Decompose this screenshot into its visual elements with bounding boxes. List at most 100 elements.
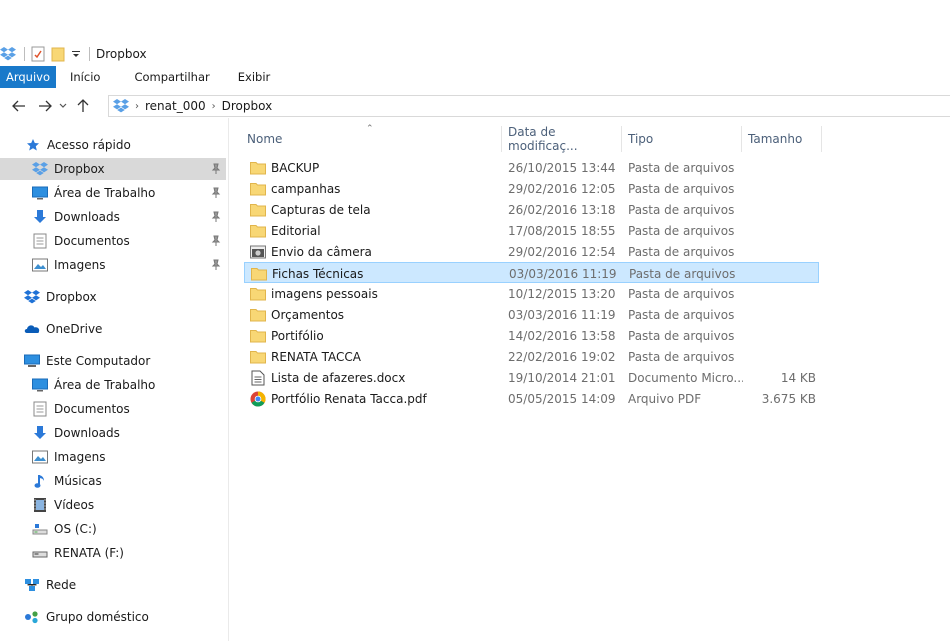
file-row[interactable]: imagens pessoais 10/12/2015 13:20 Pasta de… [244, 283, 819, 304]
file-date: 03/03/2016 11:19 [508, 307, 616, 322]
sidebar-item-pc-documents[interactable]: Documentos [0, 398, 226, 420]
file-name: Portifólio [271, 328, 324, 343]
file-row[interactable]: BACKUP 26/10/2015 13:44 Pasta de arquivos [244, 157, 819, 178]
file-size [749, 241, 816, 262]
sidebar-item-pictures-pinned[interactable]: Imagens [0, 254, 226, 276]
sidebar-item-dropbox[interactable]: Dropbox [0, 286, 226, 308]
file-row[interactable]: Orçamentos 03/03/2016 11:19 Pasta de arqui… [244, 304, 819, 325]
column-divider[interactable] [741, 126, 742, 152]
pane-divider[interactable] [228, 118, 229, 641]
sidebar-item-homegroup[interactable]: Grupo doméstico [0, 606, 226, 628]
music-icon [32, 473, 48, 489]
folder-icon [250, 223, 266, 239]
file-row[interactable]: RENATA TACCA 22/02/2016 19:02 Pasta de arq… [244, 346, 819, 367]
dropbox-icon [32, 161, 48, 177]
onedrive-cloud-icon [24, 321, 40, 337]
tab-view[interactable]: Exibir [224, 66, 285, 88]
sidebar-label: Área de Trabalho [54, 378, 156, 392]
sidebar-item-drive-c[interactable]: OS (C:) [0, 518, 226, 540]
file-type: Pasta de arquivos [628, 328, 735, 343]
recent-locations-button[interactable] [56, 95, 70, 117]
pin-icon[interactable] [210, 211, 222, 223]
sidebar-item-network[interactable]: Rede [0, 574, 226, 596]
file-row[interactable]: Lista de afazeres.docx 19/10/2014 21:01 Do… [244, 367, 819, 388]
file-type: Pasta de arquivos [628, 349, 735, 364]
sidebar-item-pc-pictures[interactable]: Imagens [0, 446, 226, 468]
file-size [749, 304, 816, 325]
sidebar-item-pc-videos[interactable]: Vídeos [0, 494, 226, 516]
file-name-cell: Fichas Técnicas [251, 263, 503, 284]
sidebar-label: Rede [46, 578, 77, 592]
forward-button[interactable] [34, 95, 56, 117]
column-divider[interactable] [821, 126, 822, 152]
file-type: Pasta de arquivos [628, 286, 735, 301]
column-type[interactable]: Tipo [623, 126, 741, 152]
breadcrumb-dropbox[interactable]: Dropbox [222, 99, 273, 113]
pin-icon[interactable] [210, 235, 222, 247]
chevron-right-icon[interactable]: › [212, 101, 216, 112]
back-button[interactable] [8, 95, 30, 117]
sidebar-item-onedrive[interactable]: OneDrive [0, 318, 226, 340]
file-row[interactable]: campanhas 29/02/2016 12:05 Pasta de arquiv… [244, 178, 819, 199]
address-bar[interactable]: › renat_000 › Dropbox [108, 95, 950, 117]
sidebar-item-desktop-pinned[interactable]: Área de Trabalho [0, 182, 226, 204]
properties-icon[interactable] [31, 46, 45, 62]
sidebar-label: Downloads [54, 426, 120, 440]
file-row[interactable]: Capturas de tela 26/02/2016 13:18 Pasta de… [244, 199, 819, 220]
downloads-icon [32, 209, 48, 225]
customize-toolbar-chevron-icon[interactable] [71, 49, 81, 59]
tab-home[interactable]: Início [56, 66, 114, 88]
column-size[interactable]: Tamanho [743, 126, 821, 152]
column-divider[interactable] [501, 126, 502, 152]
pin-icon[interactable] [210, 163, 222, 175]
file-size [749, 220, 816, 241]
file-row[interactable]: Envio da câmera 29/02/2016 12:54 Pasta de … [244, 241, 819, 262]
file-name-cell: RENATA TACCA [250, 346, 502, 367]
sidebar-label: OS (C:) [54, 522, 97, 536]
file-date: 14/02/2016 13:58 [508, 328, 616, 343]
sidebar-item-drive-f[interactable]: RENATA (F:) [0, 542, 226, 564]
tab-file[interactable]: Arquivo [0, 66, 56, 88]
sidebar-item-quick-access[interactable]: Acesso rápido [0, 134, 226, 156]
folder-icon [251, 266, 267, 282]
file-date: 22/02/2016 19:02 [508, 349, 616, 364]
dropbox-icon[interactable] [0, 47, 16, 61]
pin-icon[interactable] [210, 187, 222, 199]
chevron-right-icon[interactable]: › [135, 101, 139, 112]
file-row[interactable]: Fichas Técnicas 03/03/2016 11:19 Pasta de … [244, 262, 819, 283]
sidebar-item-pc-desktop[interactable]: Área de Trabalho [0, 374, 226, 396]
sidebar-label: Vídeos [54, 498, 95, 512]
file-name: Portfólio Renata Tacca.pdf [271, 391, 427, 406]
sidebar-item-this-pc[interactable]: Este Computador [0, 350, 226, 372]
title-divider [89, 47, 90, 61]
column-date[interactable]: Data de modificaç... [503, 125, 621, 153]
file-row[interactable]: Portifólio 14/02/2016 13:58 Pasta de arqui… [244, 325, 819, 346]
column-divider[interactable] [621, 126, 622, 152]
column-name[interactable]: Nome [242, 126, 501, 152]
breadcrumb-user[interactable]: renat_000 [145, 99, 206, 113]
desktop-icon [32, 377, 48, 393]
sidebar-item-pc-music[interactable]: Músicas [0, 470, 226, 492]
sidebar-item-pc-downloads[interactable]: Downloads [0, 422, 226, 444]
up-button[interactable] [72, 95, 94, 117]
sidebar-item-downloads-pinned[interactable]: Downloads [0, 206, 226, 228]
file-row[interactable]: Editorial 17/08/2015 18:55 Pasta de arquiv… [244, 220, 819, 241]
navigation-bar: › renat_000 › Dropbox [0, 94, 950, 118]
word-doc-icon [250, 370, 266, 386]
pin-icon[interactable] [210, 259, 222, 271]
tab-share[interactable]: Compartilhar [114, 66, 223, 88]
sidebar-item-dropbox-pinned[interactable]: Dropbox [0, 158, 226, 180]
file-date: 05/05/2015 14:09 [508, 391, 616, 406]
sidebar-label: OneDrive [46, 322, 103, 336]
file-name: campanhas [271, 181, 341, 196]
sidebar-label: Acesso rápido [47, 138, 131, 152]
sidebar-label: Área de Trabalho [54, 186, 156, 200]
file-type: Documento Micro... [628, 370, 743, 385]
file-name-cell: Editorial [250, 220, 502, 241]
new-folder-icon[interactable] [51, 46, 65, 62]
sidebar-item-documents-pinned[interactable]: Documentos [0, 230, 226, 252]
folder-icon [250, 181, 266, 197]
sidebar-label: Documentos [54, 234, 130, 248]
file-type: Pasta de arquivos [628, 181, 735, 196]
file-row[interactable]: Portfólio Renata Tacca.pdf 05/05/2015 14:… [244, 388, 819, 409]
